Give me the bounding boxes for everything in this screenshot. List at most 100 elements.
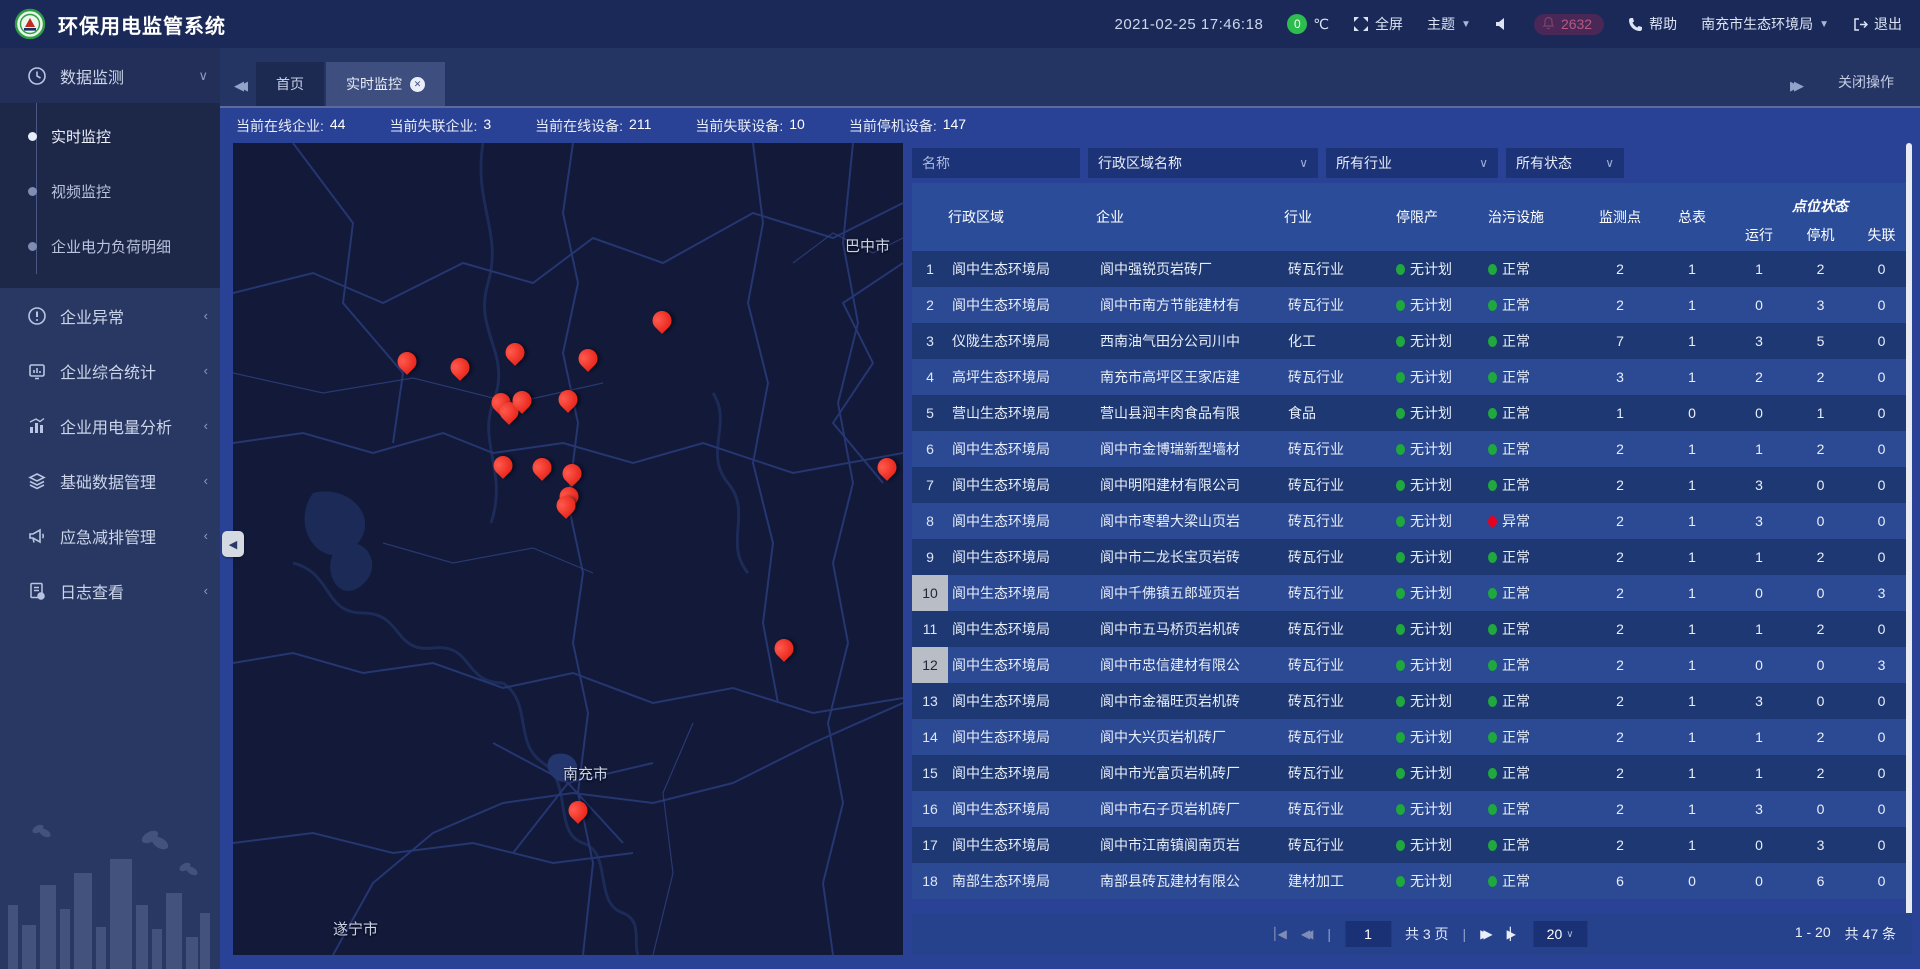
tab-realtime-monitor[interactable]: 实时监控 ✕ [326, 62, 445, 106]
map-pin-icon[interactable] [579, 349, 598, 368]
name-search-input[interactable] [912, 148, 1080, 178]
help-button[interactable]: 帮助 [1628, 14, 1677, 34]
sidebar-item-logs[interactable]: 日志查看‹ [0, 563, 220, 618]
status-dot-icon [1488, 444, 1497, 455]
row-lost: 0 [1851, 801, 1912, 817]
table-row[interactable]: 17阆中生态环境局阆中市江南镇阆南页岩砖瓦行业无计划正常21030 [912, 827, 1912, 863]
table-row[interactable]: 10阆中生态环境局阆中千佛镇五郎垭页岩砖瓦行业无计划正常21003 [912, 575, 1912, 611]
sidebar-item-company-stats[interactable]: 企业综合统计 ‹ [0, 343, 220, 398]
theme-dropdown[interactable]: 主题 ▼ [1427, 14, 1471, 34]
sidebar-subitem[interactable]: 实时监控 [0, 109, 220, 164]
close-operations-button[interactable]: 关闭操作 [1812, 72, 1894, 106]
col-group-point-status: 点位状态 [1728, 183, 1912, 218]
status-dot-icon [1488, 840, 1497, 851]
status-dot-icon [1488, 552, 1497, 563]
table-row[interactable]: 18南部生态环境局南部县砖瓦建材有限公建材加工无计划正常60060 [912, 863, 1912, 899]
row-production-status: 无计划 [1396, 295, 1488, 315]
tabs-scroll-left-button[interactable]: ◀◀ [234, 78, 256, 106]
row-industry: 砖瓦行业 [1284, 511, 1396, 531]
map-panel[interactable]: 巴中市南充市遂宁市 ◀ [233, 143, 903, 955]
page-number-input[interactable] [1345, 921, 1391, 947]
table-row[interactable]: 11阆中生态环境局阆中市五马桥页岩机砖砖瓦行业无计划正常21120 [912, 611, 1912, 647]
table-scrollbar[interactable] [1906, 143, 1912, 923]
city-skyline-decoration [0, 809, 220, 969]
row-region: 高坪生态环境局 [948, 367, 1096, 387]
status-dot-icon [1488, 768, 1497, 779]
table-row[interactable]: 4高坪生态环境局南充市高坪区王家店建砖瓦行业无计划正常31220 [912, 359, 1912, 395]
prev-page-button[interactable]: ◀◀ [1301, 927, 1313, 941]
page-size-select[interactable]: 20 ∨ [1533, 921, 1587, 947]
table-row[interactable]: 2阆中生态环境局阆中市南方节能建材有砖瓦行业无计划正常21030 [912, 287, 1912, 323]
last-page-button[interactable]: ▶▏ [1507, 927, 1519, 941]
row-company: 阆中市忠信建材有限公 [1096, 655, 1284, 675]
tab-home[interactable]: 首页 [256, 62, 324, 106]
map-pin-icon[interactable] [775, 639, 794, 658]
fullscreen-button[interactable]: 全屏 [1353, 14, 1403, 34]
status-select[interactable]: 所有状态∨ [1506, 148, 1624, 178]
map-pin-icon[interactable] [569, 801, 588, 820]
sidebar-item-label: 企业综合统计 [60, 359, 156, 383]
table-row[interactable]: 9阆中生态环境局阆中市二龙长宝页岩砖砖瓦行业无计划正常21120 [912, 539, 1912, 575]
col-company: 企业 [1096, 183, 1284, 251]
chevron-down-icon: ▼ [1461, 19, 1471, 30]
industry-select[interactable]: 所有行业∨ [1326, 148, 1498, 178]
bullet-icon [28, 132, 37, 141]
table-row[interactable]: 14阆中生态环境局阆中大兴页岩机砖厂砖瓦行业无计划正常21120 [912, 719, 1912, 755]
tabs-scroll-right-button[interactable]: ▶▶ [1790, 78, 1812, 106]
map-pin-icon[interactable] [398, 352, 417, 371]
map-pin-icon[interactable] [533, 458, 552, 477]
table-row[interactable]: 3仪陇生态环境局西南油气田分公司川中化工无计划正常71350 [912, 323, 1912, 359]
sidebar-subitem[interactable]: 视频监控 [0, 164, 220, 219]
table-row[interactable]: 13阆中生态环境局阆中市金福旺页岩机砖砖瓦行业无计划正常21300 [912, 683, 1912, 719]
next-page-button[interactable]: ▶▶ [1480, 927, 1492, 941]
sidebar-subitem[interactable]: 企业电力负荷明细 [0, 219, 220, 274]
table-row[interactable]: 12阆中生态环境局阆中市忠信建材有限公砖瓦行业无计划正常21003 [912, 647, 1912, 683]
map-pin-icon[interactable] [563, 464, 582, 483]
map-pin-icon[interactable] [494, 456, 513, 475]
sidebar-item-base-data[interactable]: 基础数据管理‹ [0, 453, 220, 508]
sidebar-item-power-analysis[interactable]: 企业用电量分析‹ [0, 398, 220, 453]
map-pin-icon[interactable] [506, 343, 525, 362]
table-row[interactable]: 7阆中生态环境局阆中明阳建材有限公司砖瓦行业无计划正常21300 [912, 467, 1912, 503]
map-collapse-button[interactable]: ◀ [222, 531, 244, 557]
row-region: 阆中生态环境局 [948, 439, 1096, 459]
close-tab-icon[interactable]: ✕ [410, 77, 425, 92]
map-pin-icon[interactable] [878, 458, 897, 477]
map-pin-icon[interactable] [559, 390, 578, 409]
row-industry: 砖瓦行业 [1284, 583, 1396, 603]
map-pin-icon[interactable] [451, 358, 470, 377]
user-dropdown[interactable]: 南充市生态环境局 ▼ [1701, 14, 1829, 34]
row-run: 1 [1728, 765, 1790, 781]
map-pin-icon[interactable] [557, 496, 576, 515]
map-pin-icon[interactable] [513, 391, 532, 410]
mute-button[interactable] [1495, 17, 1510, 31]
row-points: 2 [1584, 261, 1656, 277]
sidebar-item-data-monitor[interactable]: 数据监测∨ [0, 48, 220, 103]
notification-badge[interactable]: 2632 [1534, 14, 1604, 35]
logout-button[interactable]: 退出 [1853, 14, 1902, 34]
stat-value: 3 [483, 116, 491, 136]
table-row[interactable]: 16阆中生态环境局阆中市石子页岩机砖厂砖瓦行业无计划正常21300 [912, 791, 1912, 827]
row-industry: 建材加工 [1284, 871, 1396, 891]
chevron-left-icon: ‹ [204, 363, 208, 378]
row-company: 南部县砖瓦建材有限公 [1096, 871, 1284, 891]
row-meter: 1 [1656, 837, 1728, 853]
table-row[interactable]: 1阆中生态环境局阆中强锐页岩砖厂砖瓦行业无计划正常21120 [912, 251, 1912, 287]
row-meter: 1 [1656, 549, 1728, 565]
row-lost: 0 [1851, 693, 1912, 709]
sidebar-item-emergency[interactable]: 应急减排管理‹ [0, 508, 220, 563]
row-index: 6 [912, 431, 948, 467]
enterprise-panel: 行政区域名称∨ 所有行业∨ 所有状态∨ 行政区域 企业 行业 [912, 143, 1912, 955]
sidebar-submenu: 实时监控视频监控企业电力负荷明细 [0, 103, 220, 288]
table-row[interactable]: 5营山生态环境局营山县润丰肉食品有限食品无计划正常10010 [912, 395, 1912, 431]
row-region: 阆中生态环境局 [948, 691, 1096, 711]
table-row[interactable]: 15阆中生态环境局阆中市光富页岩机砖厂砖瓦行业无计划正常21120 [912, 755, 1912, 791]
row-points: 2 [1584, 837, 1656, 853]
table-row[interactable]: 6阆中生态环境局阆中市金博瑞新型墙材砖瓦行业无计划正常21120 [912, 431, 1912, 467]
sidebar-item-company-abnormal[interactable]: 企业异常‹ [0, 288, 220, 343]
map-pin-icon[interactable] [653, 311, 672, 330]
table-row[interactable]: 8阆中生态环境局阆中市枣碧大梁山页岩砖瓦行业无计划异常21300 [912, 503, 1912, 539]
region-select[interactable]: 行政区域名称∨ [1088, 148, 1318, 178]
first-page-button[interactable]: ▏◀ [1274, 927, 1286, 941]
row-region: 阆中生态环境局 [948, 583, 1096, 603]
